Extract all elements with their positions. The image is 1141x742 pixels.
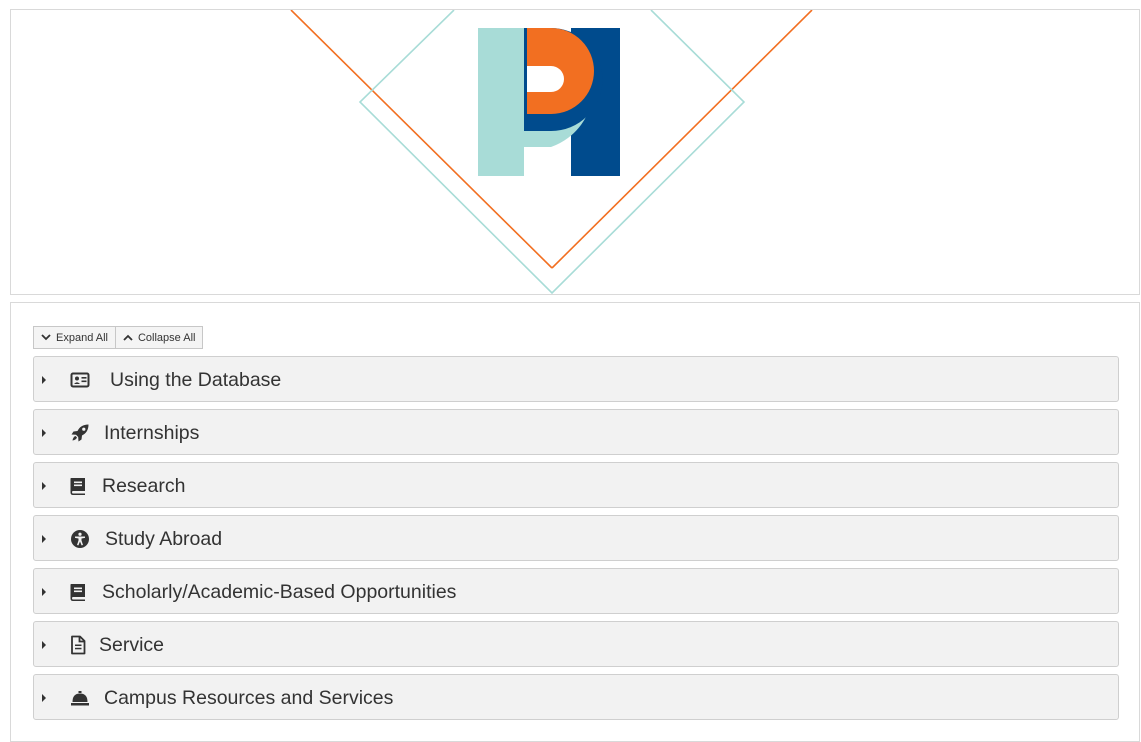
caret-right-icon <box>42 694 46 702</box>
expand-all-label: Expand All <box>56 331 108 344</box>
accordion: Using the Database Internships Research <box>33 356 1119 727</box>
accordion-item-label: Service <box>99 634 165 656</box>
caret-right-icon <box>42 429 46 437</box>
caret-right-icon <box>42 588 46 596</box>
header-banner <box>10 9 1140 295</box>
rocket-icon <box>71 424 89 442</box>
caret-right-icon <box>42 641 46 649</box>
accordion-item-research[interactable]: Research <box>33 462 1119 508</box>
accordion-item-using-the-database[interactable]: Using the Database <box>33 356 1119 402</box>
banner-graphic <box>290 10 813 294</box>
book-icon <box>70 478 85 495</box>
accordion-item-study-abroad[interactable]: Study Abroad <box>33 515 1119 561</box>
accordion-item-label: Study Abroad <box>105 528 223 550</box>
concierge-bell-icon <box>71 691 89 706</box>
accordion-item-label: Scholarly/Academic-Based Opportunities <box>102 581 457 603</box>
accordion-item-label: Internships <box>104 422 200 444</box>
accordion-item-service[interactable]: Service <box>33 621 1119 667</box>
caret-right-icon <box>42 535 46 543</box>
chevron-down-icon <box>41 334 51 341</box>
accordion-item-scholarly-academic-based-opportunities[interactable]: Scholarly/Academic-Based Opportunities <box>33 568 1119 614</box>
caret-right-icon <box>42 376 46 384</box>
content-panel: Expand All Collapse All Using the Databa… <box>10 302 1140 742</box>
accordion-item-label: Research <box>102 475 186 497</box>
collapse-all-button[interactable]: Collapse All <box>115 326 204 349</box>
universal-access-icon <box>71 530 89 548</box>
expand-all-button[interactable]: Expand All <box>33 326 116 349</box>
accordion-item-campus-resources-and-services[interactable]: Campus Resources and Services <box>33 674 1119 720</box>
file-text-icon <box>71 635 86 655</box>
expand-collapse-controls: Expand All Collapse All <box>33 326 204 349</box>
accordion-item-label: Using the Database <box>110 369 282 391</box>
caret-right-icon <box>42 482 46 490</box>
book-icon <box>70 584 85 601</box>
chevron-up-icon <box>123 334 133 341</box>
collapse-all-label: Collapse All <box>137 331 196 344</box>
logo <box>478 28 620 176</box>
accordion-item-label: Campus Resources and Services <box>104 687 394 709</box>
accordion-item-internships[interactable]: Internships <box>33 409 1119 455</box>
id-card-icon <box>70 372 90 388</box>
